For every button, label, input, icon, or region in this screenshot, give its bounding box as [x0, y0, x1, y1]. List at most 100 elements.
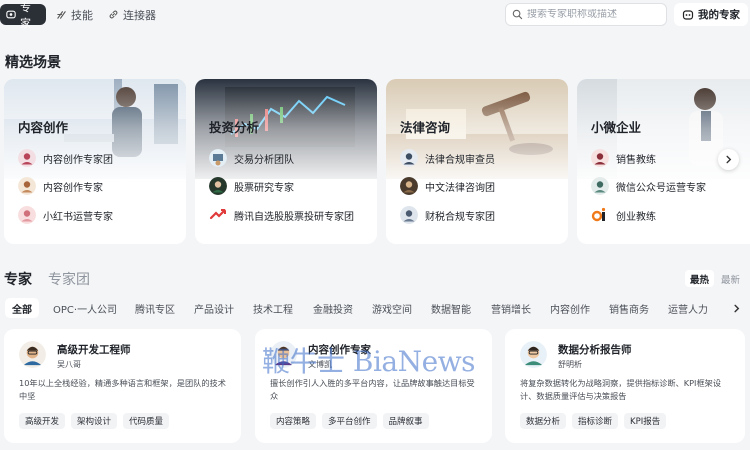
tag-list: 高级开发 架构设计 代码质量	[19, 413, 170, 429]
category-scroll-right[interactable]	[728, 300, 744, 316]
avatar-icon	[591, 177, 609, 195]
chevron-right-icon	[733, 304, 739, 312]
search-input[interactable]	[527, 9, 657, 20]
tag: 数据分析	[520, 413, 567, 429]
expert-card[interactable]: 高级开发工程师 吴八哥 10年以上全栈经验，精通多种语言和框架，是团队的技术中坚…	[4, 329, 241, 443]
tag: 架构设计	[71, 413, 118, 429]
avatar-icon	[18, 177, 36, 195]
card-item[interactable]: 腾讯自选股股票投研专家团	[209, 206, 354, 224]
category-item[interactable]: 金融投资	[306, 298, 360, 318]
expert-description: 擅长创作引人入胜的多平台内容，让品牌故事触达目标受众	[270, 378, 475, 401]
tag-list: 数据分析 指标诊断 KPI报告	[520, 413, 667, 429]
card-title: 投资分析	[209, 120, 260, 135]
tab-connector-label: 连接器	[123, 8, 156, 22]
card-item-label: 法律合规审查员	[425, 154, 495, 166]
card-item-label: 财税合规专家团	[425, 211, 495, 223]
category-item[interactable]: OPC·一人公司	[46, 298, 124, 318]
card-item-label: 交易分析团队	[234, 154, 294, 166]
scenario-card-content-creation[interactable]: 内容创作 内容创作专家团 内容创作专家 小红书运营专家	[4, 79, 186, 244]
watermark: 鞭牛士 BiaNews	[262, 345, 476, 378]
expert-description: 将复杂数据转化为战略洞察，提供指标诊断、KPI框架设计、数据质量评估与决策报告	[520, 378, 722, 401]
category-item[interactable]: 腾讯专区	[128, 298, 182, 318]
card-title: 内容创作	[18, 120, 69, 135]
card-item[interactable]: 法律合规审查员	[400, 149, 495, 167]
category-item[interactable]: 技术工程	[246, 298, 300, 318]
startup-logo-icon	[591, 206, 609, 224]
tab-experts[interactable]: 专家	[4, 269, 32, 289]
tag: 指标诊断	[572, 413, 619, 429]
robot-icon	[682, 9, 694, 20]
my-experts-button[interactable]: 我的专家	[674, 3, 748, 26]
avatar-icon	[18, 149, 36, 167]
avatar-icon	[18, 206, 36, 224]
category-item[interactable]: 销售商务	[602, 298, 656, 318]
tab-expert-label: 专家	[20, 0, 31, 30]
avatar-icon	[209, 177, 227, 195]
card-item[interactable]: 微信公众号运营专家	[591, 177, 706, 195]
sort-new[interactable]: 最新	[716, 270, 745, 287]
card-item-label: 微信公众号运营专家	[616, 182, 706, 194]
card-item-label: 股票研究专家	[234, 182, 294, 194]
tag: 代码质量	[123, 413, 170, 429]
expert-icon	[6, 10, 16, 19]
skill-icon	[57, 11, 66, 19]
category-bar: 全部 OPC·一人公司 腾讯专区 产品设计 技术工程 金融投资 游戏空间 数据智…	[0, 297, 750, 319]
expert-card[interactable]: 数据分析报告师 舒明析 将复杂数据转化为战略洞察，提供指标诊断、KPI框架设计、…	[505, 329, 745, 443]
featured-title: 精选场景	[5, 55, 61, 71]
avatar-icon	[209, 149, 227, 167]
card-item[interactable]: 财税合规专家团	[400, 206, 495, 224]
tab-expert-teams[interactable]: 专家团	[48, 269, 90, 289]
card-item-label: 小红书运营专家	[43, 211, 113, 223]
card-item-label: 创业教练	[616, 211, 656, 223]
card-item[interactable]: 交易分析团队	[209, 149, 294, 167]
card-item[interactable]: 创业教练	[591, 206, 656, 224]
tag: 多平台创作	[322, 413, 377, 429]
card-item[interactable]: 中文法律咨询团	[400, 177, 495, 195]
expert-name: 数据分析报告师	[558, 344, 632, 356]
link-icon	[109, 10, 118, 19]
card-item-label: 销售教练	[616, 154, 656, 166]
sort-hot[interactable]: 最热	[685, 270, 715, 287]
tab-skill[interactable]: 技能	[50, 4, 99, 25]
expert-author: 吴八哥	[57, 360, 81, 369]
category-item[interactable]: 运营人力	[661, 298, 715, 318]
search-box[interactable]	[505, 3, 667, 26]
top-nav: 专家 技能 连接器 我的专家	[0, 0, 750, 30]
tag-list: 内容策略 多平台创作 品牌叙事	[270, 413, 429, 429]
category-item[interactable]: 数据智能	[424, 298, 478, 318]
card-title: 小微企业	[591, 120, 642, 135]
scroll-right-button[interactable]	[718, 149, 739, 170]
card-item[interactable]: 内容创作专家团	[18, 149, 113, 167]
tab-skill-label: 技能	[71, 8, 93, 22]
card-item-label: 腾讯自选股股票投研专家团	[234, 211, 354, 223]
tab-expert[interactable]: 专家	[0, 1, 46, 30]
scenario-card-investment[interactable]: 投资分析 交易分析团队 股票研究专家 腾讯自选股股票投研专家团	[195, 79, 377, 244]
card-item[interactable]: 内容创作专家	[18, 177, 103, 195]
avatar-icon	[520, 341, 547, 368]
category-all[interactable]: 全部	[5, 298, 39, 318]
expert-name: 高级开发工程师	[57, 344, 131, 356]
tag: KPI报告	[624, 413, 667, 429]
category-item[interactable]: 内容创作	[543, 298, 597, 318]
avatar-icon	[591, 149, 609, 167]
card-item[interactable]: 小红书运营专家	[18, 206, 113, 224]
card-item-label: 内容创作专家	[43, 182, 103, 194]
avatar-icon	[400, 177, 418, 195]
tag: 内容策略	[270, 413, 317, 429]
scenario-card-legal[interactable]: 法律咨询 法律合规审查员 中文法律咨询团 财税合规专家团	[386, 79, 568, 244]
tab-connector[interactable]: 连接器	[102, 4, 162, 25]
category-item[interactable]: 产品设计	[187, 298, 241, 318]
stock-logo-icon	[209, 206, 227, 224]
card-item[interactable]: 股票研究专家	[209, 177, 294, 195]
card-item-label: 中文法律咨询团	[425, 182, 495, 194]
search-icon	[512, 9, 523, 20]
card-item[interactable]: 销售教练	[591, 149, 656, 167]
tag: 高级开发	[19, 413, 66, 429]
my-experts-label: 我的专家	[698, 9, 740, 21]
chevron-right-icon	[726, 155, 732, 164]
expert-author: 舒明析	[558, 360, 582, 369]
category-item[interactable]: 营销增长	[484, 298, 538, 318]
avatar-icon	[400, 206, 418, 224]
category-item[interactable]: 游戏空间	[365, 298, 419, 318]
expert-description: 10年以上全栈经验，精通多种语言和框架，是团队的技术中坚	[19, 378, 226, 401]
